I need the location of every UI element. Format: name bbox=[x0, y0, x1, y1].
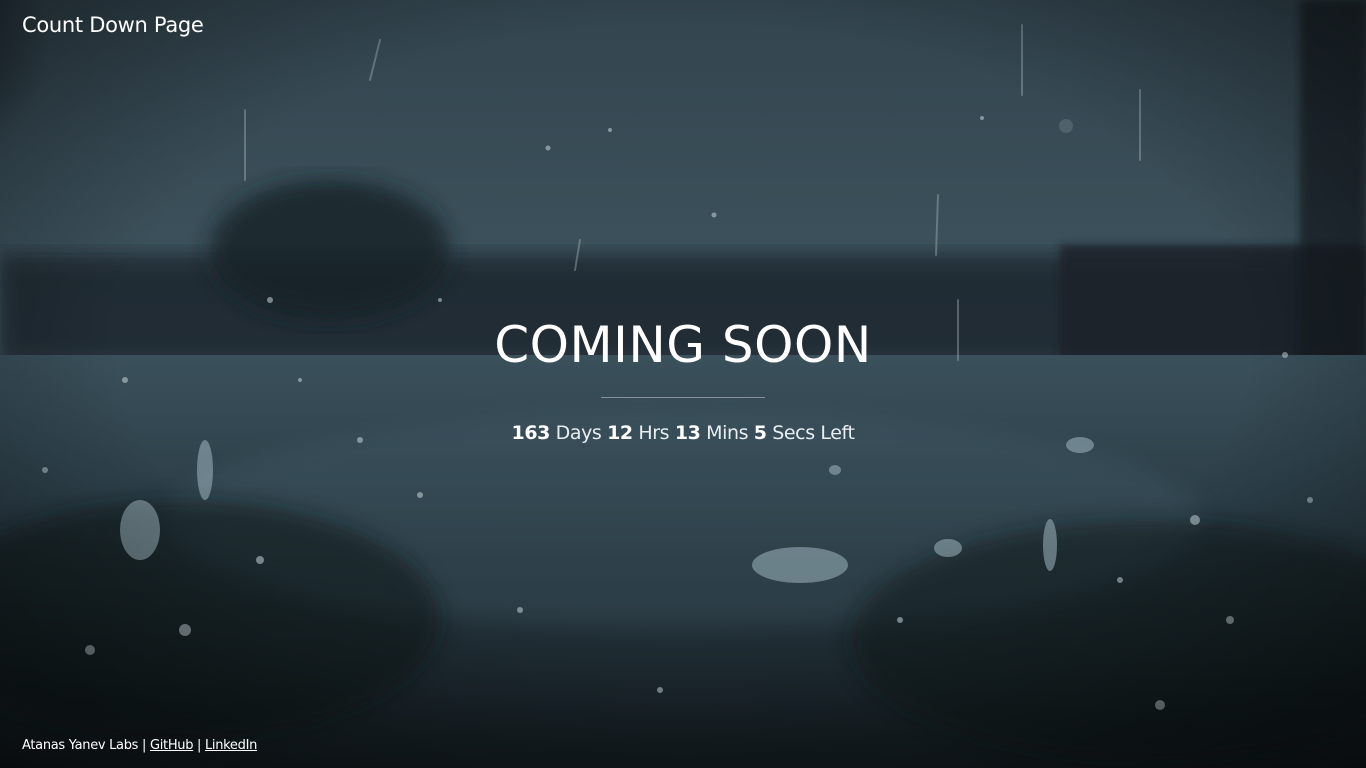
footer: Atanas Yanev Labs | GitHub | LinkedIn bbox=[22, 738, 257, 753]
countdown-mins-value: 13 bbox=[674, 422, 701, 444]
footer-separator: | bbox=[142, 738, 147, 753]
brand-link[interactable]: Count Down Page bbox=[22, 13, 204, 37]
countdown-secs-value: 5 bbox=[753, 422, 767, 444]
hero-section: COMING SOON 163 Days 12 Hrs 13 Mins 5 Se… bbox=[0, 314, 1366, 444]
countdown-days-value: 163 bbox=[511, 422, 551, 444]
countdown-mins-label: Mins bbox=[706, 422, 749, 444]
countdown-timer: 163 Days 12 Hrs 13 Mins 5 Secs Left bbox=[0, 422, 1366, 444]
countdown-days-label: Days bbox=[555, 422, 602, 444]
github-link[interactable]: GitHub bbox=[150, 738, 194, 753]
countdown-secs-label: Secs Left bbox=[772, 422, 855, 444]
countdown-hours-label: Hrs bbox=[638, 422, 670, 444]
linkedin-link[interactable]: LinkedIn bbox=[205, 738, 257, 753]
title-divider bbox=[601, 397, 765, 398]
page-title: COMING SOON bbox=[494, 316, 872, 374]
countdown-hours-value: 12 bbox=[607, 422, 633, 444]
footer-separator: | bbox=[197, 738, 202, 753]
footer-owner: Atanas Yanev Labs bbox=[22, 738, 139, 753]
